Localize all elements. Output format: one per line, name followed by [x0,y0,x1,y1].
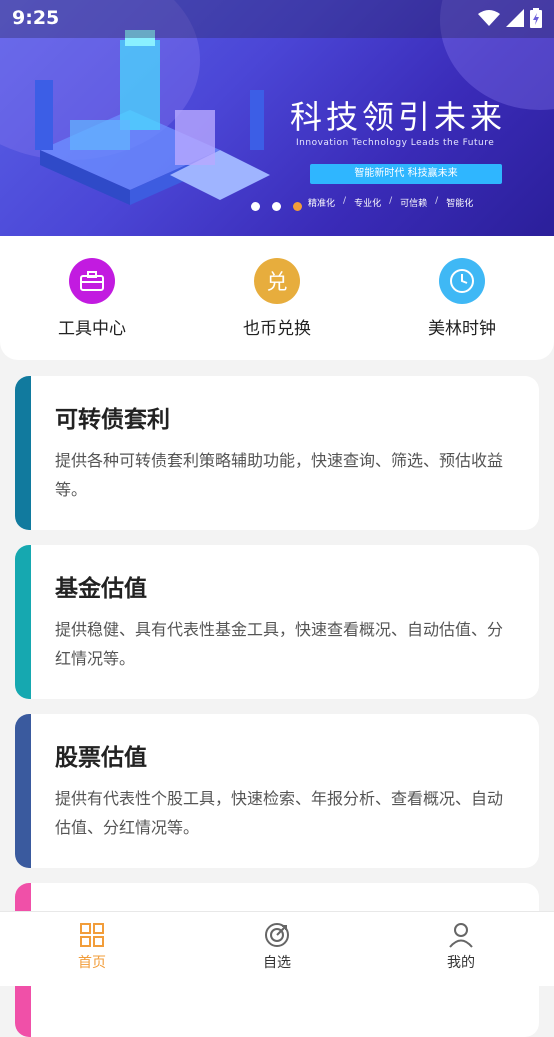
quick-item-merrill-clock[interactable]: 美林时钟 [402,258,522,339]
banner-pill: 智能新时代 科技赢未来 [310,164,502,184]
banner-tag: 可信赖 [400,199,428,209]
banner-tag: 精准化 [308,199,336,209]
status-time: 9:25 [12,7,60,29]
quick-menu: 工具中心 兑 也币兑换 美林时钟 [0,236,554,360]
feature-card-stock-valuation[interactable]: 股票估值 提供有代表性个股工具，快速检索、年报分析、查看概况、自动估值、分红情况… [15,714,539,868]
battery-icon [530,8,542,28]
quick-item-label: 工具中心 [58,319,126,339]
nav-tab-watchlist[interactable]: 自选 [237,922,317,972]
feature-card-convertible-bond[interactable]: 可转债套利 提供各种可转债套利策略辅助功能，快速查询、筛选、预估收益等。 [15,376,539,530]
nav-tab-label: 首页 [78,955,106,971]
card-description: 提供有代表性个股工具，快速检索、年报分析、查看概况、自动估值、分红情况等。 [55,789,504,837]
home-grid-icon [80,923,104,947]
card-description: 提供各种可转债套利策略辅助功能，快速查询、筛选、预估收益等。 [55,451,504,499]
target-icon [265,923,289,947]
nav-tab-home[interactable]: 首页 [52,922,132,972]
feature-card-fund-valuation[interactable]: 基金估值 提供稳健、具有代表性基金工具，快速查看概况、自动估值、分红情况等。 [15,545,539,699]
nav-tab-label: 我的 [447,955,475,971]
clock-icon [439,258,485,304]
banner-tag: 智能化 [446,199,474,209]
wifi-icon [478,10,500,26]
nav-tab-profile[interactable]: 我的 [421,922,501,972]
card-description: 提供稳健、具有代表性基金工具，快速查看概况、自动估值、分红情况等。 [55,620,504,668]
banner-tag: 专业化 [354,199,382,209]
card-title: 股票估值 [55,745,147,771]
banner-tags: 精准化 / 专业化 / 可信赖 / 智能化 [308,196,473,209]
tag-separator: / [389,196,393,206]
carousel-dot[interactable] [272,202,281,211]
exchange-icon: 兑 [254,258,300,304]
card-accent-bar [15,714,31,868]
banner-headline: 科技领引未来 [290,98,507,136]
signal-icon [506,9,524,27]
status-bar: 9:25 [0,0,554,38]
quick-item-tool-center[interactable]: 工具中心 [32,258,152,339]
card-title: 可转债套利 [55,407,170,433]
quick-item-label: 美林时钟 [428,319,496,339]
quick-item-label: 也币兑换 [243,319,311,339]
card-accent-bar [15,376,31,530]
toolbox-icon [69,258,115,304]
quick-item-coin-exchange[interactable]: 兑 也币兑换 [217,258,337,339]
tag-separator: / [343,196,347,206]
card-accent-bar [15,545,31,699]
carousel-dot[interactable] [251,202,260,211]
carousel-indicator [251,202,302,211]
card-title: 基金估值 [55,576,147,602]
carousel-dot-active[interactable] [293,202,302,211]
tag-separator: / [435,196,439,206]
bottom-navigation: 首页 自选 我的 [0,911,554,986]
banner-subheadline: Innovation Technology Leads the Future [296,138,495,148]
nav-tab-label: 自选 [263,955,291,971]
user-icon [449,923,473,948]
